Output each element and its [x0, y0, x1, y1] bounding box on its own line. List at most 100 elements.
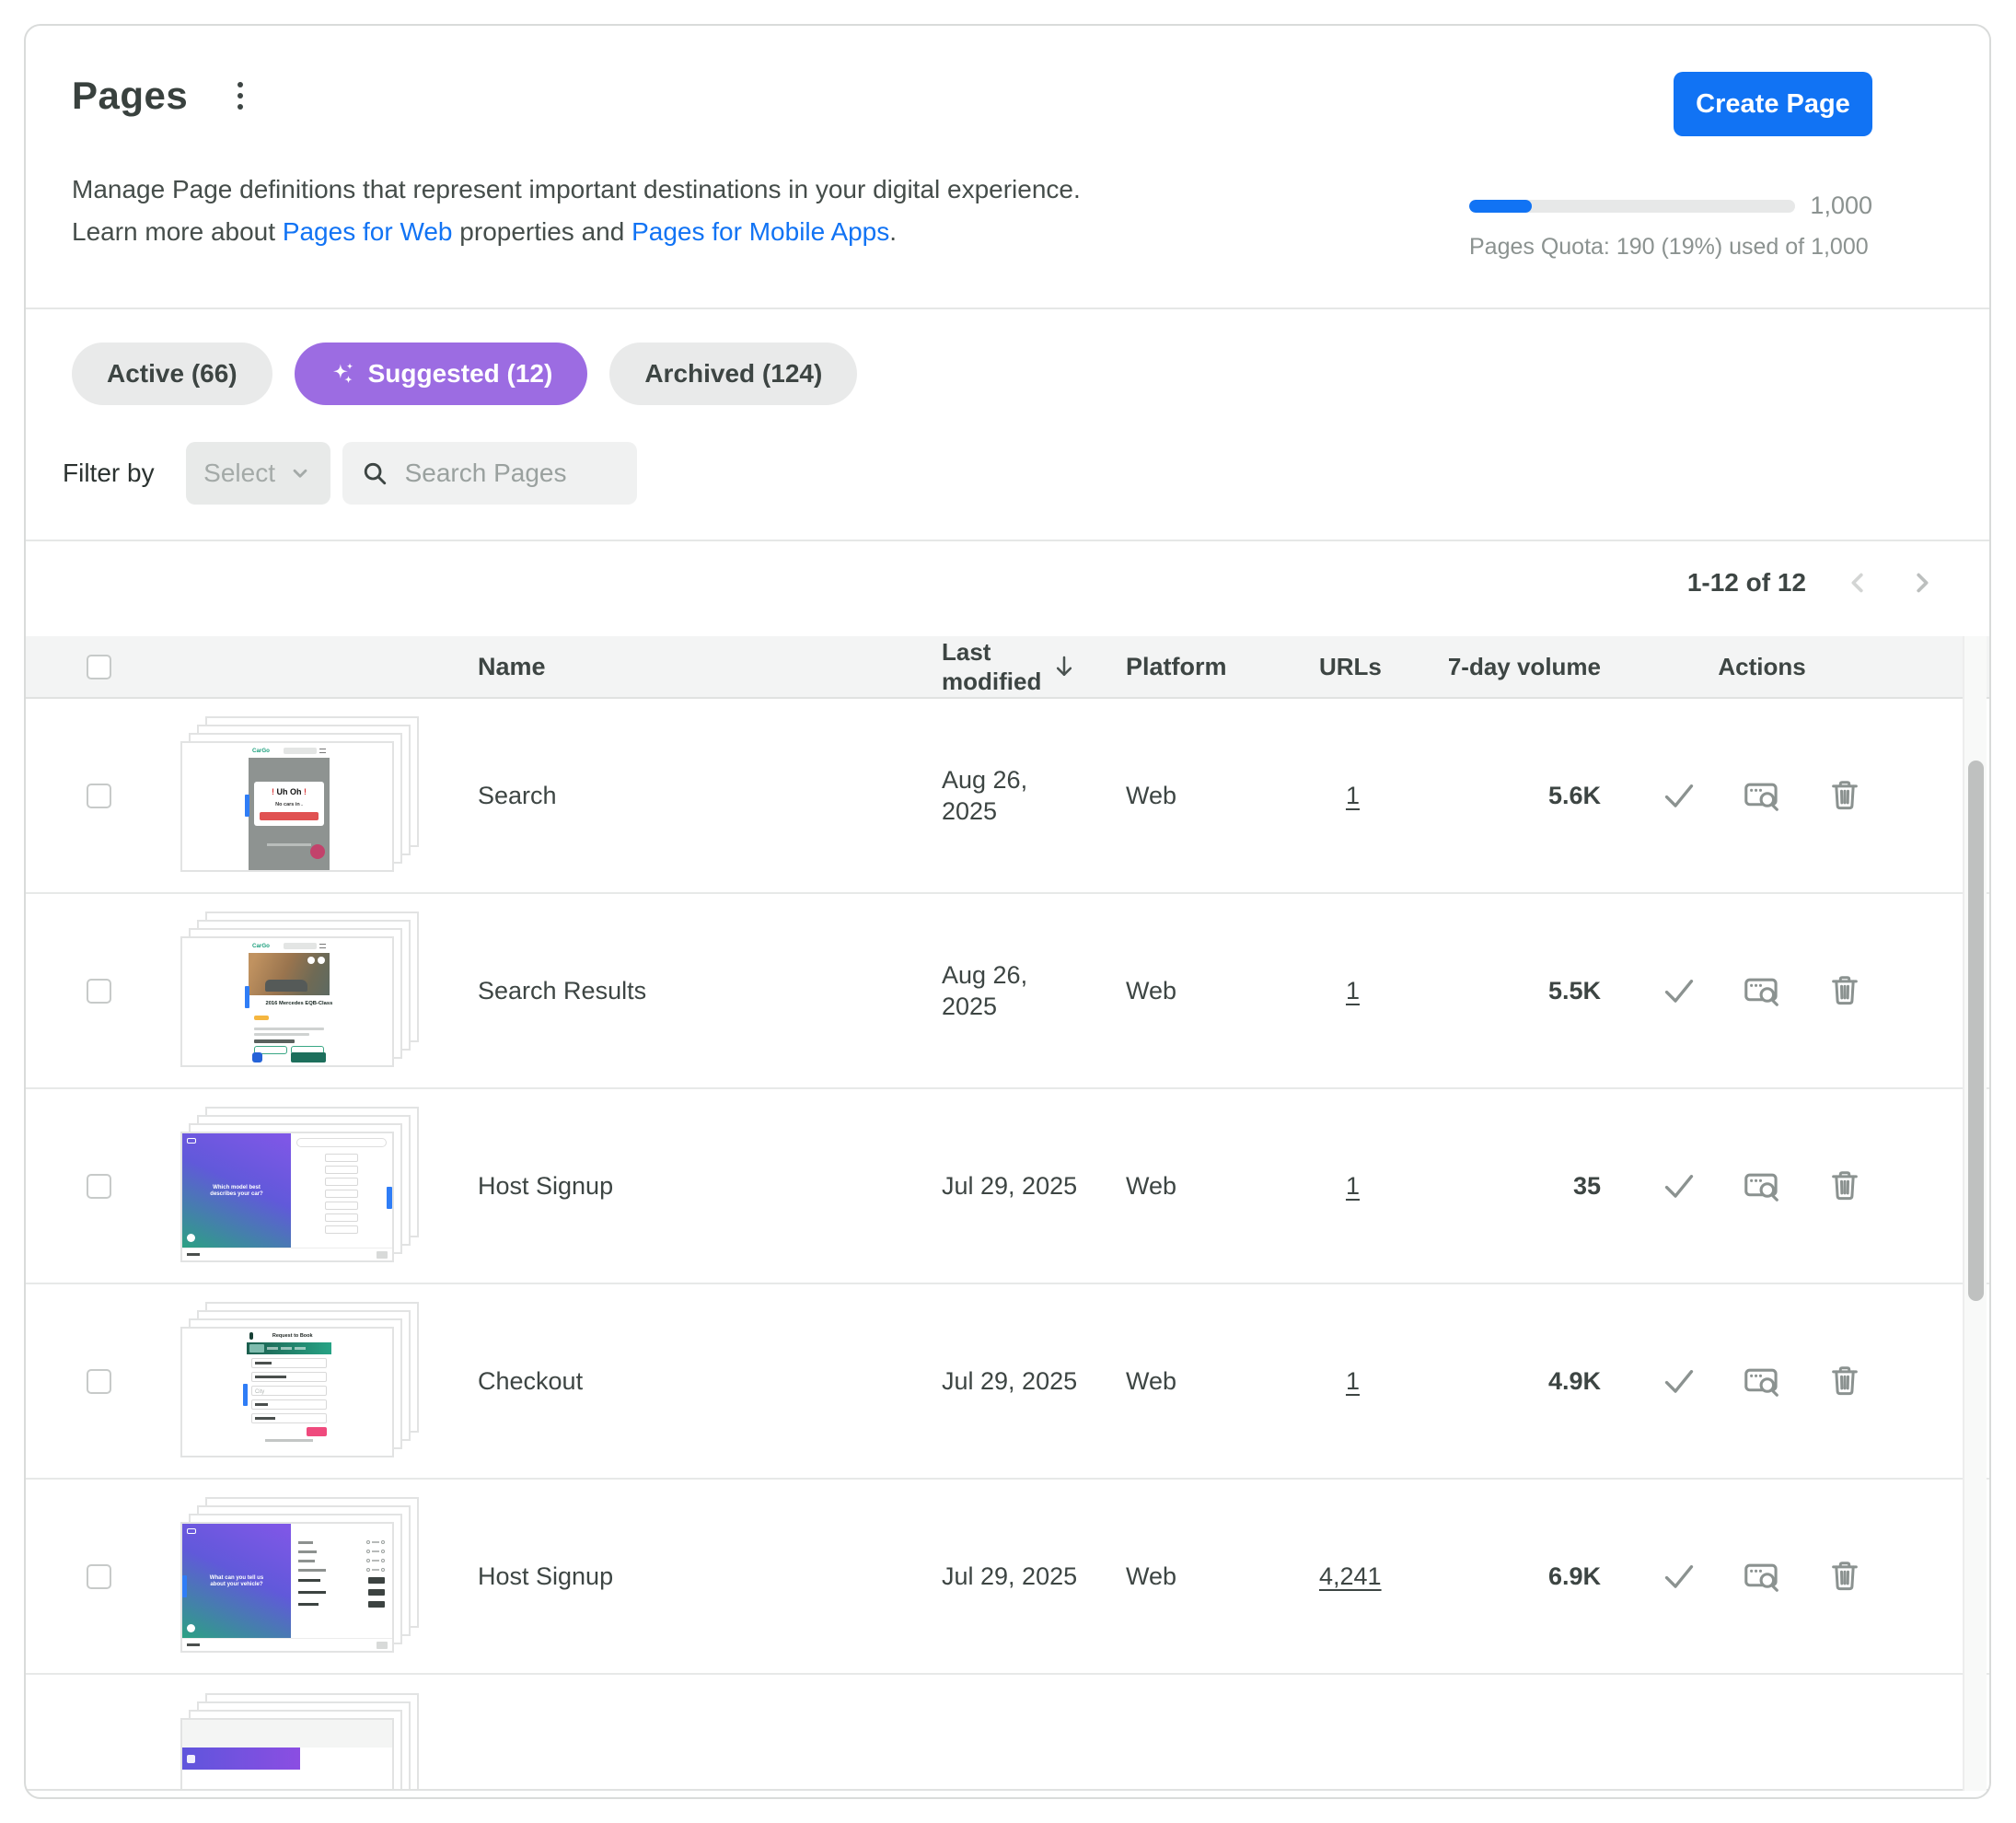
pages-panel: Pages Create Page Manage Page definition… [0, 0, 2016, 1823]
column-header-platform[interactable]: Platform [1126, 653, 1319, 681]
page-name[interactable]: Search Results [458, 977, 942, 1005]
pages-table: Name Last modified Platform URLs 7-day v… [26, 636, 1989, 1791]
last-modified: Jul 29, 2025 [942, 1561, 1126, 1592]
quota-caption: Pages Quota: 190 (19%) used of 1,000 [1469, 234, 1872, 261]
page-thumbnail-stack[interactable]: Request to Book City [180, 1302, 422, 1460]
sort-descending-icon [1050, 653, 1126, 680]
header: Pages [72, 74, 249, 118]
pages-for-mobile-link[interactable]: Pages for Mobile Apps [631, 217, 889, 246]
row-actions [1601, 1556, 1923, 1597]
page-thumbnail: CarGo ! Uh Oh ! No cars in . [180, 741, 394, 872]
preview-page-icon[interactable] [1742, 1361, 1782, 1401]
urls-link[interactable]: 4,241 [1319, 1562, 1382, 1591]
table-scrollbar [1963, 636, 1987, 1791]
search-icon [361, 459, 388, 487]
platform: Web [1126, 782, 1319, 810]
page-name[interactable]: Host Signup [458, 1172, 942, 1201]
page-thumbnail-stack[interactable] [180, 1693, 422, 1791]
delete-icon[interactable] [1825, 775, 1865, 816]
column-header-urls[interactable]: URLs [1319, 653, 1439, 681]
tab-archived[interactable]: Archived (124) [609, 343, 857, 405]
page-thumbnail: CarGo 2016 Mercedes EQB-Class [180, 936, 394, 1067]
row-actions [1601, 970, 1923, 1011]
pagination: 1-12 of 12 [1687, 562, 1942, 604]
thumb-question: What can you tell us about your vehicle? [207, 1574, 267, 1587]
urls-link[interactable]: 1 [1319, 1367, 1360, 1396]
pages-for-web-link[interactable]: Pages for Web [283, 217, 453, 246]
tab-active[interactable]: Active (66) [72, 343, 272, 405]
table-row: Request to Book City [26, 1284, 1989, 1480]
thumb-error-modal: ! Uh Oh ! No cars in . [254, 782, 324, 826]
page-name[interactable]: Search [458, 782, 942, 810]
row-checkbox[interactable] [87, 1174, 111, 1199]
page-name[interactable]: Checkout [458, 1367, 942, 1396]
quota-progress-bar [1469, 200, 1795, 213]
pagination-range: 1-12 of 12 [1687, 568, 1806, 598]
row-actions [1601, 1361, 1923, 1401]
platform: Web [1126, 1172, 1319, 1201]
page-name[interactable]: Host Signup [458, 1562, 942, 1591]
thumb-form-title: Request to Book [272, 1332, 312, 1338]
row-checkbox[interactable] [87, 1369, 111, 1394]
seven-day-volume: 5.6K [1439, 782, 1601, 810]
approve-icon[interactable] [1659, 775, 1699, 816]
seven-day-volume: 4.9K [1439, 1367, 1601, 1396]
row-actions [1601, 775, 1923, 816]
approve-icon[interactable] [1659, 1361, 1699, 1401]
divider [26, 308, 1989, 309]
urls-link[interactable]: 1 [1319, 977, 1360, 1005]
kebab-menu-icon[interactable] [232, 76, 249, 115]
seven-day-volume: 5.5K [1439, 977, 1601, 1005]
tab-suggested[interactable]: Suggested (12) [295, 343, 588, 405]
pagination-prev-button[interactable] [1837, 562, 1880, 604]
preview-page-icon[interactable] [1742, 1556, 1782, 1597]
platform: Web [1126, 1367, 1319, 1396]
page-thumbnail-stack[interactable]: CarGo ! Uh Oh ! No cars in . [180, 716, 422, 875]
column-header-name[interactable]: Name [458, 653, 942, 681]
delete-icon[interactable] [1825, 1556, 1865, 1597]
urls-link[interactable]: 1 [1319, 782, 1360, 810]
column-header-actions: Actions [1601, 653, 1923, 681]
pagination-next-button[interactable] [1900, 562, 1942, 604]
urls-link[interactable]: 1 [1319, 1172, 1360, 1201]
page-thumbnail-stack[interactable]: CarGo 2016 Mercedes EQB-Class [180, 912, 422, 1070]
page-thumbnail: Which model best describes your car? [180, 1132, 394, 1262]
column-header-volume[interactable]: 7-day volume [1439, 653, 1601, 681]
quota-progress-fill [1469, 200, 1532, 213]
chevron-down-icon [288, 461, 312, 485]
description-line-1: Manage Page definitions that represent i… [72, 168, 1081, 211]
tab-suggested-label: Suggested (12) [368, 359, 553, 389]
preview-page-icon[interactable] [1742, 775, 1782, 816]
filter-select-value: Select [203, 459, 275, 488]
delete-icon[interactable] [1825, 1361, 1865, 1401]
column-header-last-modified[interactable]: Last modified [942, 637, 1126, 696]
page-thumbnail-stack[interactable]: What can you tell us about your vehicle? [180, 1497, 422, 1655]
page-description: Manage Page definitions that represent i… [72, 168, 1081, 253]
approve-icon[interactable] [1659, 970, 1699, 1011]
preview-page-icon[interactable] [1742, 1166, 1782, 1206]
row-checkbox[interactable] [87, 979, 111, 1004]
delete-icon[interactable] [1825, 970, 1865, 1011]
last-modified: Jul 29, 2025 [942, 1365, 1126, 1397]
seven-day-volume: 6.9K [1439, 1562, 1601, 1591]
row-checkbox[interactable] [87, 784, 111, 808]
approve-icon[interactable] [1659, 1166, 1699, 1206]
last-modified: Aug 26, 2025 [942, 959, 1126, 1022]
search-pages-input[interactable] [405, 459, 737, 488]
filter-by-label: Filter by [63, 459, 155, 488]
scrollbar-thumb[interactable] [1968, 761, 1984, 1301]
preview-page-icon[interactable] [1742, 970, 1782, 1011]
pages-card: Pages Create Page Manage Page definition… [24, 24, 1991, 1799]
thumb-question: Which model best describes your car? [207, 1184, 267, 1197]
delete-icon[interactable] [1825, 1166, 1865, 1206]
row-actions [1601, 1166, 1923, 1206]
row-checkbox[interactable] [87, 1564, 111, 1589]
status-tabs: Active (66) Suggested (12) Archived (124… [72, 343, 857, 405]
filter-select[interactable]: Select [186, 442, 330, 505]
approve-icon[interactable] [1659, 1556, 1699, 1597]
select-all-checkbox[interactable] [87, 655, 111, 679]
create-page-button[interactable]: Create Page [1674, 72, 1872, 136]
platform: Web [1126, 977, 1319, 1005]
table-header-row: Name Last modified Platform URLs 7-day v… [26, 636, 1989, 699]
page-thumbnail-stack[interactable]: Which model best describes your car? [180, 1107, 422, 1265]
